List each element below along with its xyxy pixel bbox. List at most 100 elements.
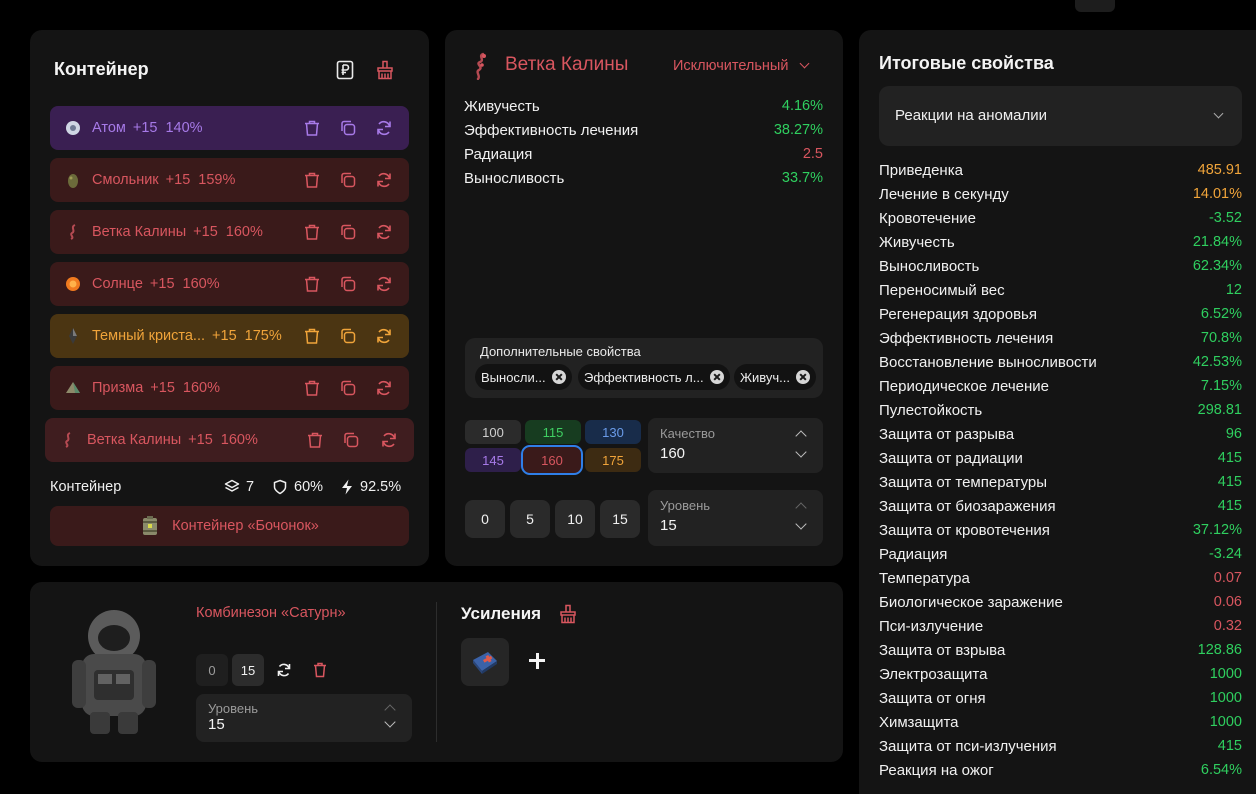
chevron-down-icon[interactable] [384,716,396,728]
level-option-button[interactable]: 0 [465,500,505,538]
chevron-up-icon[interactable] [795,502,807,514]
refresh-icon[interactable] [375,171,393,189]
remove-chip-icon[interactable] [709,370,724,384]
artifact-property-row: Радиация 2.5 [464,146,823,168]
trash-icon[interactable] [303,223,321,241]
extra-chip[interactable]: Живуч... [734,364,816,390]
trash-icon[interactable] [303,275,321,293]
total-stat-value: 485.91 [1197,162,1242,178]
chevron-down-icon[interactable] [795,518,807,530]
artifact-name: Темный криста... [92,328,206,344]
total-stat-row: Биологическое заражение 0.06 [879,594,1242,616]
slots-stat: 7 [224,479,254,495]
artifact-row[interactable]: Ветка Калины +15 160% [45,418,414,462]
artifact-level: +15 [165,172,191,188]
total-stat-name: Биологическое заражение [879,594,1063,611]
totals-category-select[interactable]: Реакции на аномалии [879,86,1242,146]
level-option-button[interactable]: 10 [555,500,595,538]
total-stat-value: 415 [1217,498,1242,514]
broom-icon[interactable] [558,604,578,624]
refresh-icon[interactable] [375,327,393,345]
total-stat-value: 6.54% [1200,762,1242,778]
extra-properties-box[interactable]: Дополнительные свойства Выносли... Эффек… [465,338,823,398]
total-stat-row: Кровотечение -3.52 [879,210,1242,232]
copy-icon[interactable] [339,327,357,345]
artifact-name: Ветка Калины [505,54,629,75]
quality-label: Качество [660,426,715,441]
artifact-level: +15 [149,276,175,292]
slots-value: 7 [246,479,255,495]
artifact-row[interactable]: Призма +15 160% [50,366,409,410]
suit-level-value: 15 [208,716,225,733]
quality-option-button[interactable]: 100 [465,420,521,444]
container-title: Контейнер [54,59,149,79]
refresh-icon[interactable] [375,119,393,137]
suit-level-0-button[interactable]: 0 [196,654,228,686]
copy-icon[interactable] [339,275,357,293]
ruble-document-icon[interactable] [335,60,355,80]
total-stat-row: Защита от разрыва 96 [879,426,1242,448]
artifact-row[interactable]: Атом +15 140% [50,106,409,150]
trash-icon[interactable] [306,431,324,449]
rarity-select[interactable]: Исключительный [673,58,809,74]
suit-level-label: Уровень [208,701,259,716]
settings-icon[interactable] [1075,0,1115,12]
total-stat-name: Пси-излучение [879,618,984,635]
refresh-icon[interactable] [375,275,393,293]
quality-option-button[interactable]: 160 [521,445,583,475]
copy-icon[interactable] [342,431,360,449]
trash-icon[interactable] [303,171,321,189]
copy-icon[interactable] [339,223,357,241]
total-stat-row: Защита от взрыва 128.86 [879,642,1242,664]
chevron-up-icon[interactable] [384,704,396,716]
refresh-icon[interactable] [375,379,393,397]
total-stat-row: Температура 0.07 [879,570,1242,592]
extra-chip[interactable]: Выносли... [475,364,572,390]
suit-level-15-button[interactable]: 15 [232,654,264,686]
artifact-row[interactable]: Солнце +15 160% [50,262,409,306]
boost-slot[interactable] [461,638,509,686]
total-stat-value: 6.52% [1200,306,1242,322]
total-stat-value: 1000 [1209,666,1242,682]
trash-icon[interactable] [313,662,327,678]
trash-icon[interactable] [303,379,321,397]
level-option-button[interactable]: 5 [510,500,550,538]
trash-icon[interactable] [303,327,321,345]
quality-stepper[interactable]: Качество 160 [648,418,823,473]
refresh-icon[interactable] [380,431,398,449]
quality-option-button[interactable]: 130 [585,420,641,444]
chevron-down-icon[interactable] [795,446,807,458]
artifact-row[interactable]: Темный криста... +15 175% [50,314,409,358]
refresh-icon[interactable] [375,223,393,241]
copy-icon[interactable] [339,119,357,137]
quality-option-button[interactable]: 145 [465,448,521,472]
add-boost-button[interactable] [527,650,547,670]
refresh-icon[interactable] [276,662,292,678]
extra-chip[interactable]: Эффективность л... [578,364,730,390]
remove-chip-icon[interactable] [551,370,566,384]
chevron-up-icon[interactable] [795,430,807,442]
total-stat-value: 415 [1217,450,1242,466]
level-option-button[interactable]: 15 [600,500,640,538]
quality-option-button[interactable]: 175 [585,448,641,472]
efficiency-stat: 92.5% [340,479,401,495]
total-stat-value: 42.53% [1192,354,1242,370]
copy-icon[interactable] [339,379,357,397]
remove-chip-icon[interactable] [796,370,810,384]
total-stat-row: Пси-излучение 0.32 [879,618,1242,640]
barrel-container-icon [143,516,158,535]
level-stepper[interactable]: Уровень 15 [648,490,823,546]
suit-level-stepper[interactable]: Уровень 15 [196,694,412,742]
total-stat-row: Приведенка 485.91 [879,162,1242,184]
quality-option-button[interactable]: 115 [525,420,581,444]
broom-icon[interactable] [375,60,395,80]
total-stat-row: Радиация -3.24 [879,546,1242,568]
artifact-name: Призма [92,380,144,396]
artifact-row[interactable]: Ветка Калины +15 160% [50,210,409,254]
container-select-button[interactable]: Контейнер «Бочонок» [50,506,409,546]
container-footer-label: Контейнер [50,479,122,495]
artifact-row[interactable]: Смольник +15 159% [50,158,409,202]
trash-icon[interactable] [303,119,321,137]
copy-icon[interactable] [339,171,357,189]
quality-value: 160 [660,445,686,462]
